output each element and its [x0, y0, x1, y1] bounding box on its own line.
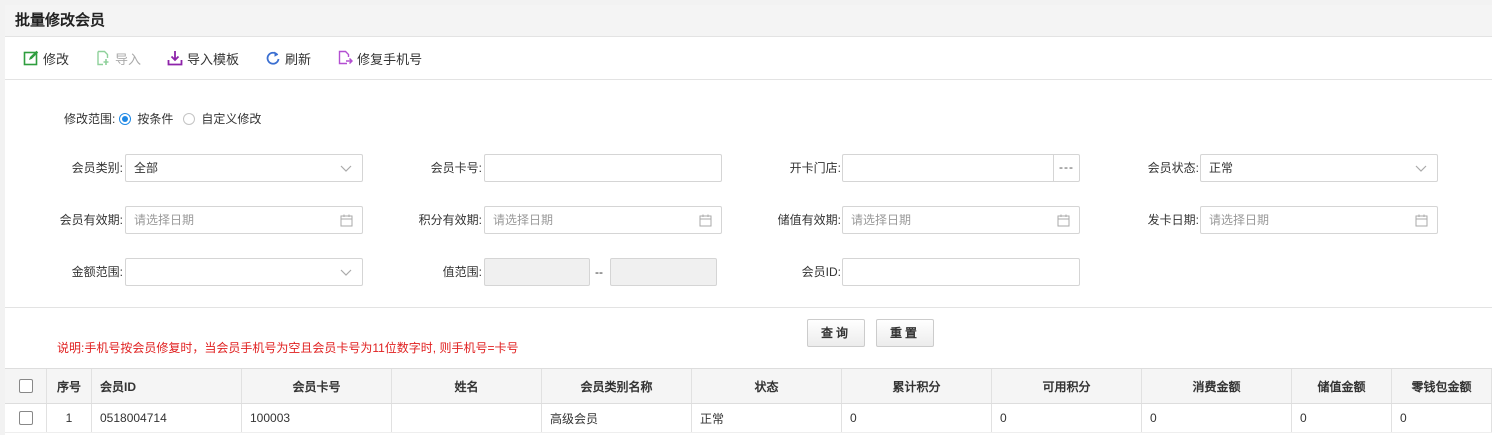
cell-status: 正常: [692, 404, 842, 432]
column-header[interactable]: 会员类别名称: [542, 369, 692, 403]
cell-consume-amount: 0: [1142, 404, 1292, 432]
edit-icon: [23, 50, 39, 66]
open-store-label: 开卡门店:: [789, 161, 841, 175]
member-status-select[interactable]: 正常: [1200, 154, 1438, 182]
value-range-to-input[interactable]: [610, 258, 717, 286]
member-id-label: 会员ID:: [801, 265, 841, 279]
calendar-icon: [340, 214, 353, 227]
open-store-input[interactable]: ---: [842, 154, 1080, 182]
chevron-down-icon: [340, 165, 352, 172]
column-header[interactable]: 零钱包金额: [1392, 369, 1492, 403]
cell-card-no: 100003: [242, 404, 392, 432]
scope-label: 修改范围:: [64, 112, 116, 126]
column-header[interactable]: 可用积分: [992, 369, 1142, 403]
modify-button[interactable]: 修改: [23, 49, 69, 68]
column-header[interactable]: 累计积分: [842, 369, 992, 403]
page-title: 批量修改会员: [15, 12, 106, 29]
import-template-button[interactable]: 导入模板: [167, 49, 239, 68]
stored-valid-date-input[interactable]: 请选择日期: [842, 206, 1080, 234]
calendar-icon: [1057, 214, 1070, 227]
column-header[interactable]: 会员卡号: [242, 369, 392, 403]
column-header[interactable]: 姓名: [392, 369, 542, 403]
file-export-icon: [338, 50, 354, 65]
member-table: 序号 会员ID 会员卡号 姓名 会员类别名称 状态 累计积分 可用积分 消费金额…: [5, 368, 1492, 433]
calendar-icon: [699, 214, 712, 227]
table-row[interactable]: 1 0518004714 100003 高级会员 正常 0 0 0 0 0: [5, 404, 1492, 433]
column-header[interactable]: 状态: [692, 369, 842, 403]
refresh-button[interactable]: 刷新: [265, 49, 311, 68]
row-checkbox[interactable]: [18, 411, 33, 425]
scope-by-condition-label[interactable]: 按条件: [137, 110, 173, 127]
title-bar: 批量修改会员: [5, 5, 1492, 37]
table-header: 序号 会员ID 会员卡号 姓名 会员类别名称 状态 累计积分 可用积分 消费金额…: [5, 368, 1492, 404]
scope-custom-label[interactable]: 自定义修改: [201, 110, 261, 127]
points-valid-date-input[interactable]: 请选择日期: [484, 206, 722, 234]
cell-stored-amount: 0: [1292, 404, 1392, 432]
query-button[interactable]: 查询: [807, 319, 865, 347]
column-header[interactable]: 储值金额: [1292, 369, 1392, 403]
scope-custom-radio[interactable]: [183, 112, 196, 125]
stored-valid-label: 储值有效期:: [777, 213, 841, 227]
cell-member-id: 0518004714: [92, 404, 242, 432]
import-file-icon: [97, 50, 109, 66]
instruction-note: 说明:手机号按会员修复时，当会员手机号为空且会员卡号为11位数字时, 则手机号=…: [57, 341, 519, 355]
member-id-input[interactable]: [842, 258, 1080, 286]
action-row: 查询 重置 说明:手机号按会员修复时，当会员手机号为空且会员卡号为11位数字时,…: [5, 308, 1492, 368]
scope-by-condition-radio[interactable]: [119, 112, 132, 125]
chevron-down-icon: [1415, 165, 1427, 172]
import-button[interactable]: 导入: [95, 49, 141, 68]
member-card-label: 会员卡号:: [430, 161, 482, 175]
cell-available-points: 0: [992, 404, 1142, 432]
reset-button[interactable]: 重置: [876, 319, 934, 347]
column-header[interactable]: 会员ID: [92, 369, 242, 403]
issue-date-label: 发卡日期:: [1147, 213, 1199, 227]
select-all-cell: [5, 369, 47, 403]
cell-wallet-amount: 0: [1392, 404, 1492, 432]
calendar-icon: [1415, 214, 1428, 227]
member-valid-label: 会员有效期:: [59, 213, 123, 227]
cell-total-points: 0: [842, 404, 992, 432]
amount-range-select[interactable]: [125, 258, 363, 286]
cell-index: 1: [47, 404, 92, 432]
value-range-label: 值范围:: [442, 265, 482, 279]
select-all-checkbox[interactable]: [18, 379, 33, 393]
column-header[interactable]: 消费金额: [1142, 369, 1292, 403]
member-card-input[interactable]: [484, 154, 722, 182]
store-picker-button[interactable]: ---: [1053, 155, 1079, 181]
issue-date-input[interactable]: 请选择日期: [1200, 206, 1438, 234]
toolbar: 修改 导入 导入模板 刷新 修复手机号: [5, 37, 1492, 80]
download-icon: [167, 51, 183, 66]
member-type-label: 会员类别:: [71, 161, 123, 175]
points-valid-label: 积分有效期:: [418, 213, 482, 227]
row-select-cell: [5, 404, 47, 432]
member-status-label: 会员状态:: [1147, 161, 1199, 175]
chevron-down-icon: [340, 269, 352, 276]
batch-modify-member-page: 批量修改会员 修改 导入 导入模板 刷新 修复手机号 修改范围: 按条件 自定义…: [5, 5, 1492, 435]
scope-row: 修改范围: 按条件 自定义修改: [64, 110, 269, 127]
amount-range-label: 金额范围:: [71, 265, 123, 279]
cell-name: [392, 404, 542, 432]
range-separator: --: [595, 265, 603, 279]
cell-category: 高级会员: [542, 404, 692, 432]
refresh-icon: [266, 51, 280, 65]
member-type-select[interactable]: 全部: [125, 154, 363, 182]
repair-phone-button[interactable]: 修复手机号: [337, 49, 422, 68]
column-header[interactable]: 序号: [47, 369, 92, 403]
filter-form: 修改范围: 按条件 自定义修改 会员类别: 全部 会员卡号: 开卡门店: ---…: [5, 80, 1492, 308]
member-valid-date-input[interactable]: 请选择日期: [125, 206, 363, 234]
value-range-from-input[interactable]: [484, 258, 590, 286]
